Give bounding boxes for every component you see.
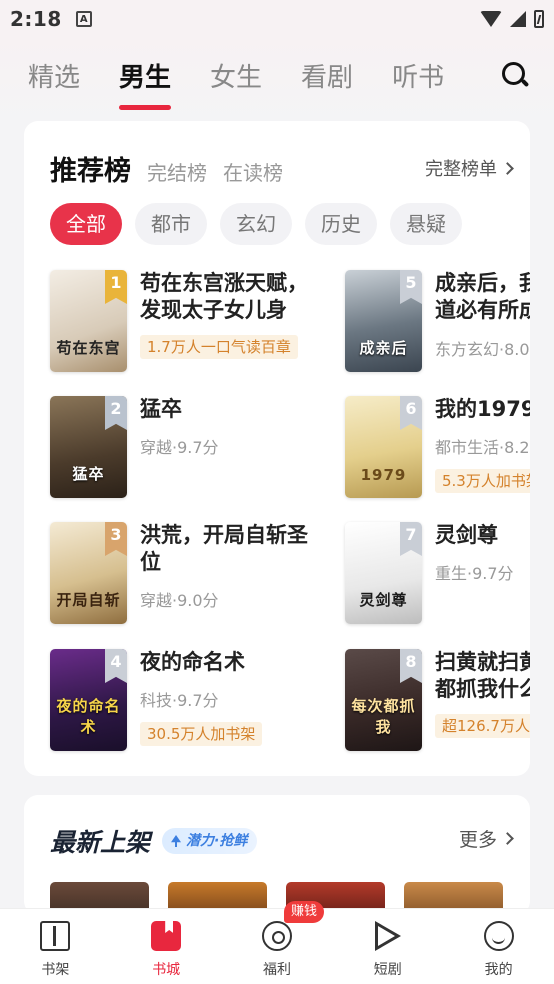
- book-tag: 1.7万人一口气读百章: [140, 335, 298, 359]
- tab-recommended-rank[interactable]: 推荐榜: [50, 149, 131, 188]
- book-title: 扫黄就扫黄 都抓我什么: [435, 650, 530, 701]
- bookmark-icon: [151, 921, 182, 951]
- tab-drama[interactable]: 看剧: [301, 52, 353, 104]
- nav-label: 书架: [41, 962, 70, 978]
- book-cover: 成亲后 5: [345, 270, 422, 372]
- book-meta: 穿越·9.0分: [140, 591, 219, 610]
- book-meta: 都市生活·8.2: [435, 438, 530, 457]
- ranking-tabs: 推荐榜 完结榜 在读榜: [50, 149, 299, 188]
- chip-suspense[interactable]: 悬疑: [390, 203, 462, 245]
- nav-profile[interactable]: 我的: [443, 909, 554, 984]
- rank-badge: 1: [105, 270, 127, 304]
- rank-badge: 7: [400, 522, 422, 556]
- chip-urban[interactable]: 都市: [135, 203, 207, 245]
- rank-badge: 8: [400, 649, 422, 683]
- coin-icon: [261, 921, 292, 951]
- category-chips: 全部 都市 玄幻 历史 悬疑: [50, 203, 462, 245]
- search-button[interactable]: [500, 60, 530, 90]
- nav-label: 短剧: [373, 962, 402, 978]
- book-item[interactable]: 灵剑尊 7 灵剑尊 重生·9.7分: [345, 522, 530, 628]
- bottom-nav: 书架 书城 福利 短剧 我的 赚钱: [0, 901, 554, 984]
- book-item[interactable]: 夜的命名术 4 夜的命名术 科技·9.7分 30.5万人加书架: [50, 649, 320, 755]
- latest-header: 最新上架 潜力·抢鲜: [50, 823, 258, 859]
- tab-reading-rank[interactable]: 在读榜: [223, 157, 283, 186]
- book-title: 夜的命名术: [140, 650, 245, 674]
- book-meta: 东方玄幻·8.0: [435, 340, 530, 359]
- book-item[interactable]: 猛卒 2 猛卒 穿越·9.7分: [50, 396, 320, 502]
- tab-audiobook[interactable]: 听书: [392, 52, 444, 104]
- chip-all[interactable]: 全部: [50, 203, 122, 245]
- book-tag: 超126.7万人: [435, 714, 530, 738]
- book-cover: 灵剑尊 7: [345, 522, 422, 624]
- status-time: 2:18: [10, 7, 62, 31]
- book-title: 成亲后，我 道必有所成: [435, 271, 530, 322]
- smile-icon: [483, 921, 514, 951]
- nav-label: 福利: [262, 962, 291, 978]
- status-icons: [480, 10, 544, 28]
- chevron-right-icon: [501, 832, 514, 845]
- book-cover: 开局自斩 3: [50, 522, 127, 624]
- book-cover: 猛卒 2: [50, 396, 127, 498]
- nav-bookstore[interactable]: 书城: [111, 909, 222, 984]
- book-item[interactable]: 1979 6 我的1979 都市生活·8.2 5.3万人加书架: [345, 396, 530, 502]
- signal-icon: [510, 11, 526, 27]
- more-link[interactable]: 更多: [458, 825, 514, 852]
- rank-badge: 5: [400, 270, 422, 304]
- more-label: 更多: [458, 829, 497, 851]
- tab-male[interactable]: 男生: [119, 52, 172, 110]
- full-list-label: 完整榜单: [425, 159, 497, 180]
- book-cover: 每次都抓我 8: [345, 649, 422, 751]
- book-title: 洪荒，开局自斩圣 位: [140, 523, 308, 574]
- book-meta: 重生·9.7分: [435, 564, 514, 583]
- book-title: 我的1979: [435, 397, 530, 421]
- latest-title: 最新上架: [50, 828, 151, 857]
- notification-icon: A: [75, 11, 92, 27]
- rank-badge: 4: [105, 649, 127, 683]
- chip-fantasy[interactable]: 玄幻: [220, 203, 292, 245]
- book-cover: 夜的命名术 4: [50, 649, 127, 751]
- nav-short-drama[interactable]: 短剧: [332, 909, 443, 984]
- tab-featured[interactable]: 精选: [28, 52, 80, 104]
- wifi-icon: [480, 11, 502, 27]
- status-bar: 2:18 A: [0, 0, 554, 38]
- book-item[interactable]: 每次都抓我 8 扫黄就扫黄 都抓我什么 超126.7万人: [345, 649, 530, 755]
- tab-completed-rank[interactable]: 完结榜: [147, 157, 207, 186]
- book-tag: 5.3万人加书架: [435, 469, 530, 493]
- nav-label: 我的: [484, 962, 513, 978]
- rank-badge: 3: [105, 522, 127, 556]
- ranking-card: 推荐榜 完结榜 在读榜 完整榜单 全部 都市 玄幻 历史 悬疑 苟在东宫 1 苟…: [24, 121, 530, 776]
- battery-icon: [534, 10, 544, 28]
- book-title: 灵剑尊: [435, 523, 498, 547]
- rank-badge: 2: [105, 396, 127, 430]
- full-list-link[interactable]: 完整榜单: [425, 155, 514, 181]
- book-meta: 穿越·9.7分: [140, 438, 219, 457]
- top-tabs: 精选 男生 女生 看剧 听书: [0, 48, 554, 110]
- nav-bookshelf[interactable]: 书架: [0, 909, 111, 984]
- rank-badge: 6: [400, 396, 422, 430]
- latest-card: 最新上架 潜力·抢鲜 更多: [24, 795, 530, 915]
- book-title: 猛卒: [140, 397, 182, 421]
- book-cover: 苟在东宫 1: [50, 270, 127, 372]
- book-item[interactable]: 开局自斩 3 洪荒，开局自斩圣 位 穿越·9.0分: [50, 522, 320, 628]
- chip-history[interactable]: 历史: [305, 203, 377, 245]
- chevron-right-icon: [501, 161, 514, 175]
- nav-label: 书城: [152, 962, 181, 978]
- book-item[interactable]: 苟在东宫 1 苟在东宫涨天赋， 发现太子女儿身 1.7万人一口气读百章: [50, 270, 320, 376]
- play-icon: [373, 921, 403, 951]
- book-item[interactable]: 成亲后 5 成亲后，我 道必有所成 东方玄幻·8.0: [345, 270, 530, 376]
- book-open-icon: [40, 921, 71, 951]
- potential-badge: 潜力·抢鲜: [162, 828, 258, 854]
- book-title: 苟在东宫涨天赋， 发现太子女儿身: [140, 271, 308, 322]
- book-tag: 30.5万人加书架: [140, 722, 263, 746]
- tab-female[interactable]: 女生: [210, 52, 262, 104]
- book-cover: 1979 6: [345, 396, 422, 498]
- book-meta: 科技·9.7分: [140, 691, 219, 710]
- earn-badge: 赚钱: [284, 901, 325, 923]
